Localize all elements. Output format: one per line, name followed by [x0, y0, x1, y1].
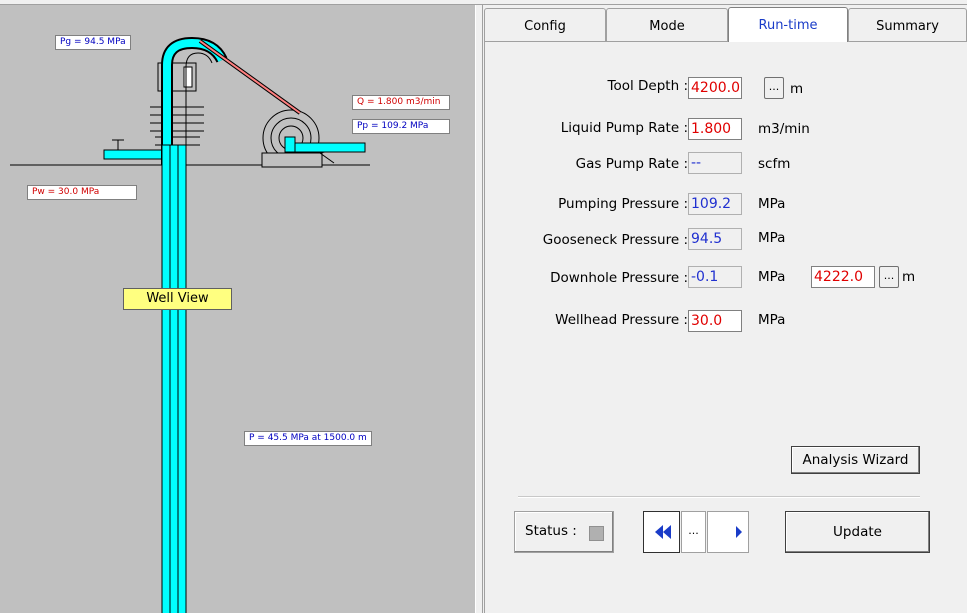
- downhole-depth-unit: m: [902, 269, 916, 285]
- status-indicator: [589, 526, 604, 541]
- tool-depth-input[interactable]: 4200.0: [688, 77, 742, 99]
- downhole-pressure-unit: MPa: [758, 269, 786, 285]
- gas-pump-rate-label: Gas Pump Rate :: [575, 156, 688, 172]
- gooseneck-pressure-unit: MPa: [758, 230, 786, 246]
- wellhead-pressure-field-label: Wellhead Pressure :: [555, 312, 688, 328]
- pump-reel-icon: [261, 109, 335, 168]
- play-button[interactable]: [707, 511, 749, 553]
- wellhead-pressure-input[interactable]: 30.0: [688, 310, 742, 332]
- downhole-depth-browse-button[interactable]: ...: [879, 266, 899, 288]
- panel-splitter[interactable]: [475, 5, 483, 613]
- gas-pump-rate-unit: scfm: [758, 156, 791, 172]
- status-label: Status :: [525, 523, 577, 539]
- downhole-pressure-field: -0.1: [688, 266, 742, 288]
- wellhead-pressure-label: Pw = 30.0 MPa: [27, 185, 137, 200]
- tool-depth-browse-button[interactable]: ...: [764, 77, 784, 99]
- tab-run-time[interactable]: Run-time: [728, 7, 848, 42]
- pumping-pressure-field: 109.2: [688, 193, 742, 215]
- tool-depth-unit: m: [790, 81, 804, 97]
- gas-pump-rate-field: --: [688, 152, 742, 174]
- bottom-separator: [518, 496, 920, 498]
- downhole-pressure-label: Downhole Pressure :: [550, 270, 688, 286]
- pumping-pressure-label: Pumping Pressure :: [558, 196, 688, 212]
- pumping-pressure-unit: MPa: [758, 196, 786, 212]
- tab-mode[interactable]: Mode: [606, 8, 728, 41]
- wellhead-pressure-unit: MPa: [758, 312, 786, 328]
- wellhead-stack-icon: [150, 62, 204, 146]
- step-dots-button[interactable]: ...: [681, 511, 706, 553]
- tab-summary[interactable]: Summary: [848, 8, 967, 41]
- pump-pressure-label: Pp = 109.2 MPa: [352, 119, 450, 134]
- analysis-wizard-button[interactable]: Analysis Wizard: [791, 446, 920, 474]
- side-valve-icon: [103, 139, 165, 160]
- downhole-depth-input[interactable]: 4222.0: [811, 266, 875, 288]
- liquid-pump-rate-label: Liquid Pump Rate :: [560, 120, 688, 136]
- flow-rate-label: Q = 1.800 m3/min: [352, 95, 450, 110]
- well-view-title: Well View: [123, 288, 232, 310]
- liquid-pump-rate-input[interactable]: 1.800: [688, 118, 742, 140]
- rewind-button[interactable]: [643, 511, 680, 553]
- update-button[interactable]: Update: [785, 511, 930, 553]
- well-view-panel: Pg = 94.5 MPa Q = 1.800 m3/min Pp = 109.…: [0, 5, 475, 613]
- gooseneck-pressure-field-label: Gooseneck Pressure :: [542, 232, 688, 248]
- depth-pressure-label: P = 45.5 MPa at 1500.0 m: [244, 431, 372, 446]
- liquid-pump-rate-unit: m3/min: [758, 121, 810, 137]
- tab-config[interactable]: Config: [484, 8, 606, 41]
- status-box: Status :: [514, 511, 614, 553]
- tool-depth-label: Tool Depth :: [607, 78, 688, 94]
- gooseneck-pressure-field: 94.5: [688, 228, 742, 250]
- rewind-icon: [655, 525, 671, 539]
- gooseneck-pressure-label: Pg = 94.5 MPa: [55, 35, 131, 50]
- play-icon: [736, 526, 742, 538]
